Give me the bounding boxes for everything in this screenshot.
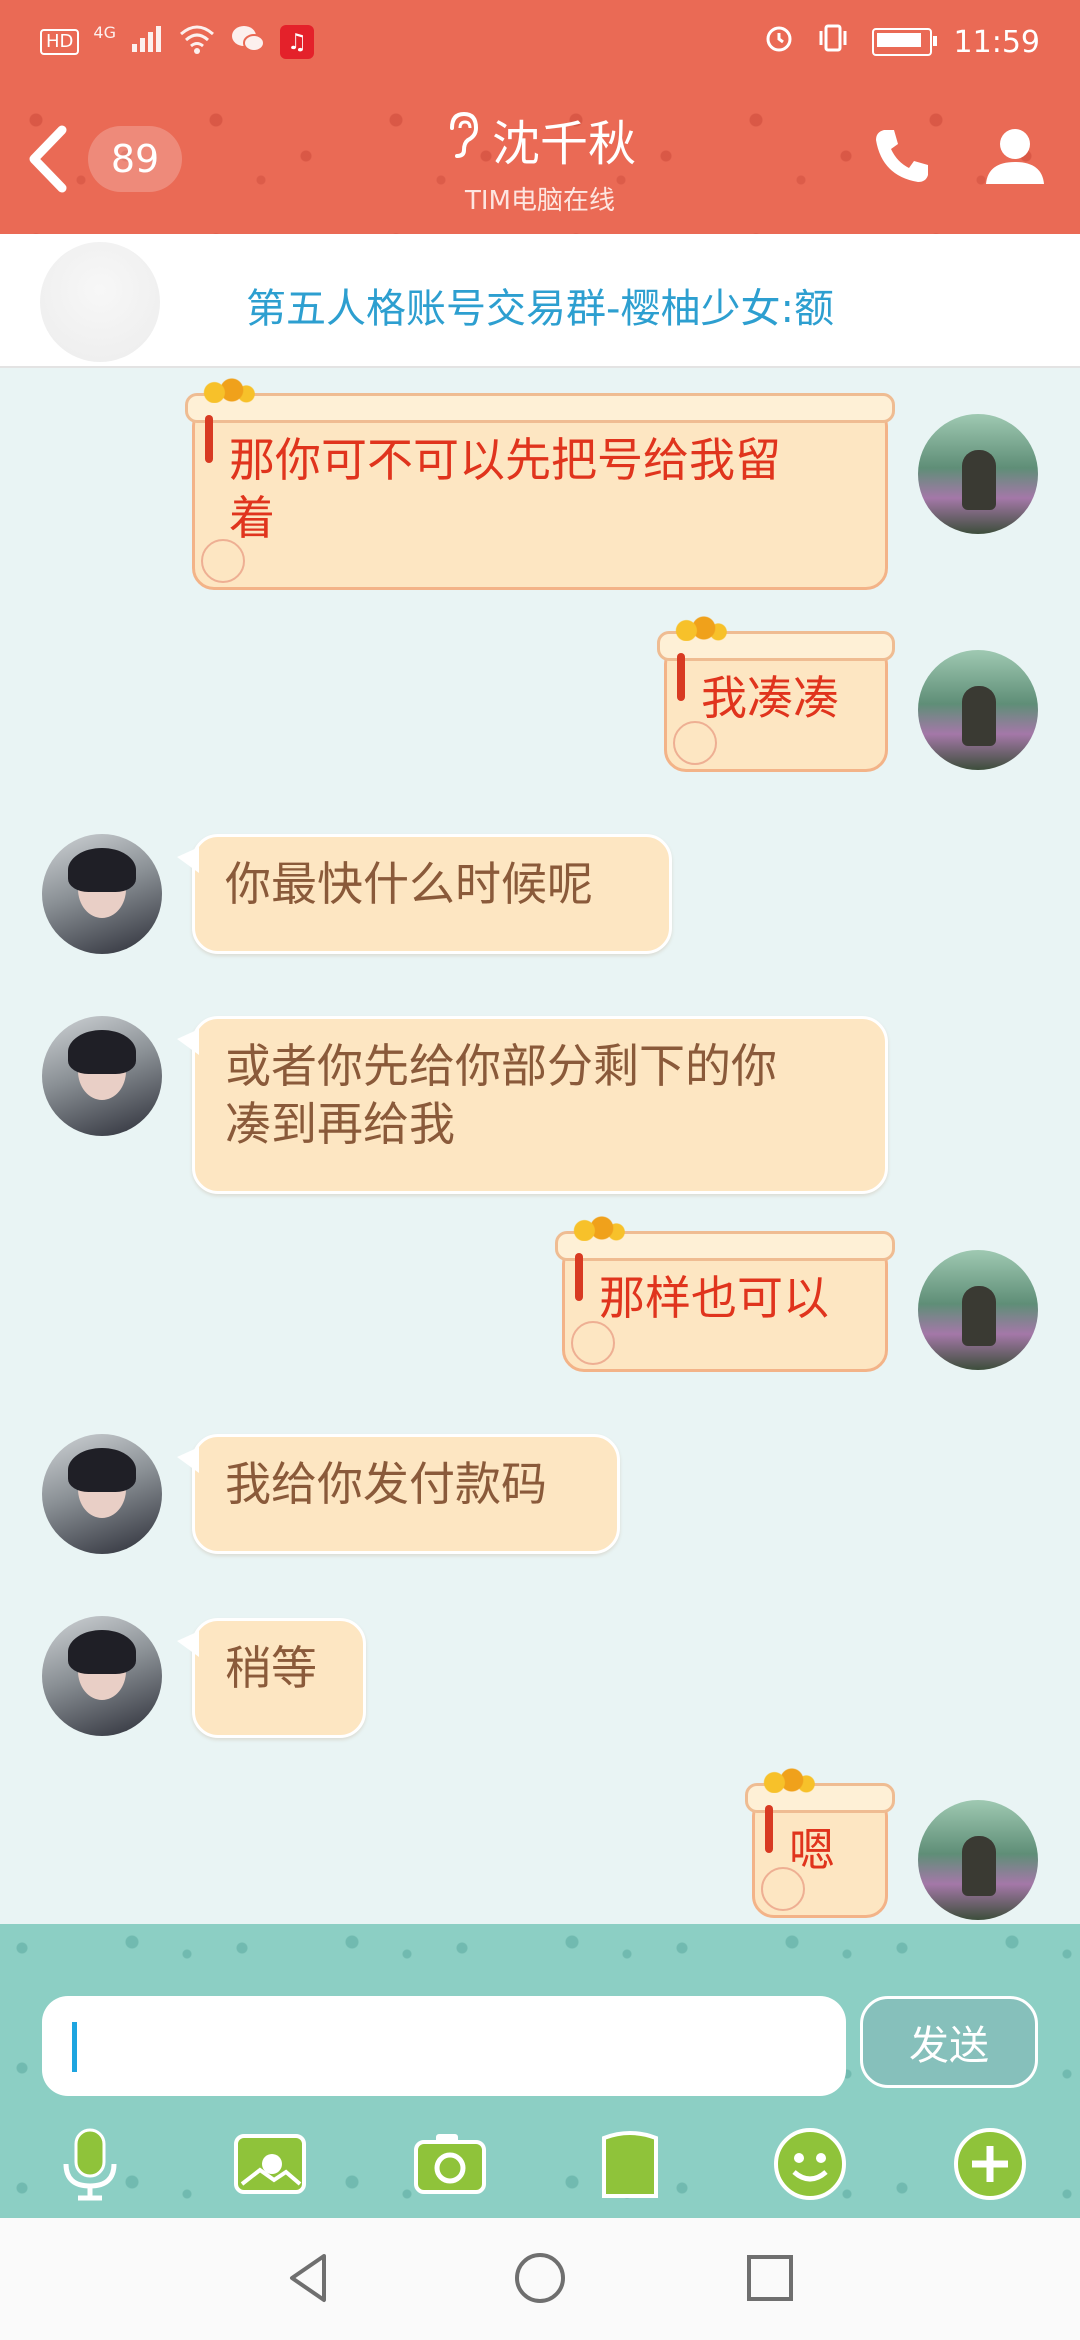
group-notice-bar[interactable]: 第五人格账号交易群-樱柚少女:额 <box>0 234 1080 368</box>
message-text: 着 <box>229 491 275 545</box>
my-message-bubble[interactable]: 那你可不可以先把号给我留 着 <box>185 377 895 590</box>
tassel-decoration <box>205 415 213 463</box>
notice-text: 第五人格账号交易群-樱柚少女:额 <box>246 286 834 332</box>
file-button[interactable] <box>590 2124 670 2204</box>
album-button[interactable] <box>230 2124 310 2204</box>
user-icon <box>986 129 1044 184</box>
bubble-scroll-decoration <box>185 393 895 423</box>
nav-recents-icon[interactable] <box>740 2248 800 2308</box>
signal-icon: 4G <box>93 22 116 42</box>
vibrate-icon <box>816 23 850 61</box>
profile-button[interactable] <box>982 124 1048 190</box>
contact-avatar[interactable] <box>42 1616 162 1736</box>
system-navigation-bar <box>0 2218 1080 2340</box>
message-text: 那样也可以 <box>599 1271 829 1325</box>
seal-decoration <box>201 539 245 583</box>
send-button[interactable]: 发送 <box>860 1996 1038 2088</box>
emoji-button[interactable] <box>770 2124 850 2204</box>
composer: 发送 <box>0 1924 1080 2218</box>
wifi-icon <box>178 24 216 61</box>
message-input[interactable] <box>42 1996 846 2096</box>
microphone-icon <box>63 2128 117 2201</box>
image-icon <box>234 2134 306 2194</box>
message-text: 稍等 <box>225 1641 317 1695</box>
my-avatar[interactable] <box>918 1800 1038 1920</box>
message-text: 嗯 <box>789 1823 835 1877</box>
nav-back-icon[interactable] <box>280 2248 340 2308</box>
plus-icon <box>954 2128 1026 2200</box>
text-caret <box>72 2022 77 2072</box>
netease-music-icon: ♫ <box>279 25 314 59</box>
flower-decoration <box>567 1215 625 1241</box>
battery-icon <box>871 28 937 56</box>
voice-button[interactable] <box>50 2124 130 2204</box>
nav-home-icon[interactable] <box>510 2248 570 2308</box>
hd-indicator: HD <box>40 29 80 55</box>
their-message-bubble[interactable]: 或者你先给你部分剩下的你 凑到再给我 <box>177 1016 888 1194</box>
contact-avatar[interactable] <box>42 834 162 954</box>
more-button[interactable] <box>950 2124 1030 2204</box>
chat-header: 89 沈千秋 TIM电脑在线 <box>0 84 1080 234</box>
tassel-decoration <box>677 653 685 701</box>
seal-decoration <box>571 1321 615 1365</box>
message-text: 你最快什么时候呢 <box>225 857 593 911</box>
my-message-bubble[interactable]: 我凑凑 <box>657 615 895 772</box>
ear-icon <box>444 110 480 168</box>
alarm-icon <box>764 23 794 61</box>
wechat-icon <box>230 24 266 61</box>
phone-icon <box>876 130 928 182</box>
flower-decoration <box>757 1767 815 1793</box>
their-message-bubble[interactable]: 稍等 <box>177 1618 366 1738</box>
contact-name: 沈千秋 <box>491 116 636 172</box>
camera-button[interactable] <box>410 2124 490 2204</box>
camera-icon <box>414 2134 486 2194</box>
message-text: 那你可不可以先把号给我留 <box>229 433 781 487</box>
message-text: 或者你先给你部分剩下的你 <box>225 1039 777 1093</box>
seal-decoration <box>673 721 717 765</box>
tassel-decoration <box>575 1253 583 1301</box>
flower-decoration <box>669 615 727 641</box>
my-avatar[interactable] <box>918 650 1038 770</box>
message-text: 凑到再给我 <box>225 1097 455 1151</box>
my-avatar[interactable] <box>918 414 1038 534</box>
status-bar: HD 4G ♫ 11:59 <box>0 0 1080 84</box>
their-message-bubble[interactable]: 我给你发付款码 <box>177 1434 620 1554</box>
contact-avatar[interactable] <box>42 1016 162 1136</box>
file-icon <box>602 2131 658 2198</box>
message-list[interactable]: 那你可不可以先把号给我留 着 我凑凑 你最快什么时候呢 或者你先给你部分剩下的你… <box>0 366 1080 1924</box>
my-avatar[interactable] <box>918 1250 1038 1370</box>
message-text: 我给你发付款码 <box>225 1457 547 1511</box>
clock: 11:59 <box>953 24 1040 60</box>
my-message-bubble[interactable]: 那样也可以 <box>555 1215 895 1372</box>
message-text: 我凑凑 <box>701 671 839 725</box>
contact-avatar[interactable] <box>42 1434 162 1554</box>
my-message-bubble[interactable]: 嗯 <box>745 1767 895 1918</box>
tassel-decoration <box>765 1805 773 1853</box>
emoji-icon <box>774 2128 846 2200</box>
their-message-bubble[interactable]: 你最快什么时候呢 <box>177 834 672 954</box>
signal-bars-icon <box>130 24 164 61</box>
call-button[interactable] <box>870 124 934 188</box>
flower-decoration <box>197 377 255 403</box>
